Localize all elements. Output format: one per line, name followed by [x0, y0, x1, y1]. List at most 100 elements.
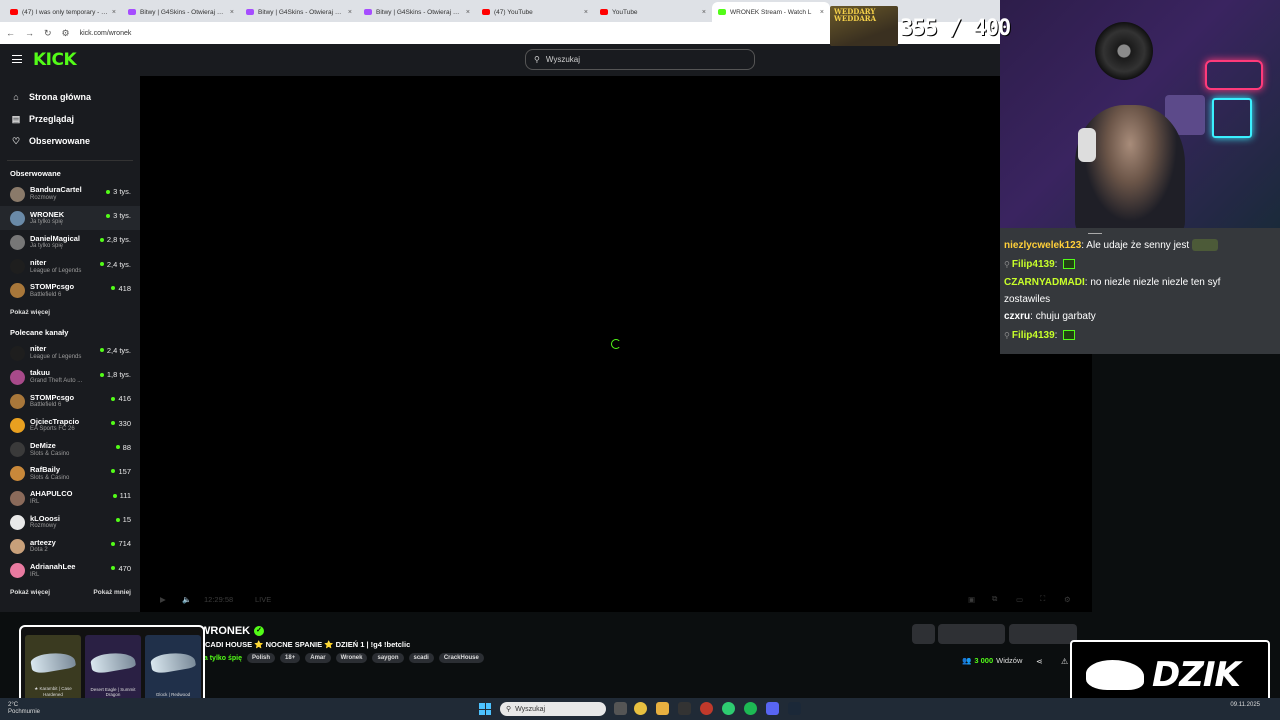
gift-button[interactable]: [912, 624, 935, 644]
tab-close-icon[interactable]: ×: [820, 9, 824, 16]
fullscreen-icon[interactable]: ⛶: [1040, 594, 1045, 604]
channel-name: STOMPcsgo: [30, 282, 75, 292]
chrome-icon[interactable]: [634, 702, 647, 715]
channel-list-item[interactable]: STOMPcsgo Battlefield 6 416: [0, 389, 140, 413]
url-field[interactable]: kick.com/wronek: [80, 30, 132, 37]
stream-tag[interactable]: CrackHouse: [438, 653, 484, 663]
kick-logo[interactable]: KICK: [33, 50, 77, 70]
channel-list-item[interactable]: STOMPcsgo Battlefield 6 418: [0, 279, 140, 303]
reload-icon[interactable]: ↻: [44, 28, 52, 39]
chat-username[interactable]: niezlycwelek123: [1004, 240, 1081, 251]
chat-username[interactable]: Filip4139: [1012, 330, 1055, 341]
channel-list-item[interactable]: kLOoosi Rozmowy 15: [0, 510, 140, 534]
taskbar-search[interactable]: ⚲ Wyszukaj: [500, 702, 606, 716]
channel-name[interactable]: WRONEK: [200, 625, 250, 637]
menu-icon[interactable]: [12, 55, 22, 63]
system-tray[interactable]: 09.11.2025: [1230, 702, 1260, 709]
forward-icon[interactable]: →: [25, 28, 34, 38]
pip-icon[interactable]: ⧉: [992, 594, 997, 604]
channel-list-item[interactable]: niter League of Legends 2,4 tys.: [0, 341, 140, 365]
tab-close-icon[interactable]: ×: [584, 9, 588, 16]
channel-list-item[interactable]: takuu Grand Theft Auto ... 1,8 tys.: [0, 365, 140, 389]
stream-tag[interactable]: Wronek: [335, 653, 368, 663]
channel-list-item[interactable]: WRONEK Ja tylko śpię 3 tys.: [0, 206, 140, 231]
channel-list-item[interactable]: AdrianahLee IRL 470: [0, 559, 140, 583]
search-input[interactable]: ⚲ Wyszukaj: [525, 49, 755, 70]
volume-icon[interactable]: 🔈: [182, 595, 191, 604]
share-icon[interactable]: ⋖: [1036, 657, 1043, 666]
explorer-icon[interactable]: [656, 702, 669, 715]
site-info-icon[interactable]: ⚙: [62, 28, 70, 39]
settings-icon[interactable]: ⚙: [1064, 595, 1071, 604]
chat-messages: niezlycwelek123: Ale udaje że senny jest…: [1004, 237, 1280, 345]
tab-close-icon[interactable]: ×: [466, 9, 470, 16]
steam-icon[interactable]: [788, 702, 801, 715]
channel-category: League of Legends: [30, 353, 82, 360]
theatre-icon[interactable]: ▭: [1016, 595, 1023, 604]
chat-separator: :: [1054, 258, 1061, 270]
knife-skin-icon: [89, 649, 137, 675]
show-less-button[interactable]: Pokaż mniej: [93, 589, 131, 596]
channel-list-item[interactable]: RafBaily Slots & Casino 157: [0, 462, 140, 486]
browser-tab[interactable]: (47) YouTube ×: [476, 2, 594, 22]
stream-tag[interactable]: Polish: [247, 653, 276, 663]
terminal-icon[interactable]: [678, 702, 691, 715]
channel-viewer-count: 88: [122, 442, 131, 452]
app-icon[interactable]: [700, 702, 713, 715]
tab-close-icon[interactable]: ×: [230, 9, 234, 16]
clip-icon[interactable]: ▣: [968, 595, 975, 604]
browser-tab[interactable]: Bitwy | G4Skins - Otwieraj skrz ×: [122, 2, 240, 22]
channel-name-row: WRONEK ✓: [200, 625, 265, 637]
channel-list-item[interactable]: AHAPULCO IRL 111: [0, 486, 140, 510]
channel-info: kLOoosi Rozmowy: [30, 514, 60, 531]
back-icon[interactable]: ←: [6, 28, 15, 38]
stream-tag[interactable]: Amar: [305, 653, 331, 663]
discord-icon[interactable]: [766, 702, 779, 715]
sidebar-nav-item[interactable]: ♡ Obserwowane: [0, 130, 140, 152]
channel-list-item[interactable]: OjciecTrapcio EA Sports FC 26 330: [0, 414, 140, 438]
tab-close-icon[interactable]: ×: [702, 9, 706, 16]
channel-viewers: 1,8 tys.: [99, 370, 131, 379]
channel-list-item[interactable]: arteezy Dota 2 714: [0, 534, 140, 558]
chat-username[interactable]: Filip4139: [1012, 259, 1055, 270]
spotify-alt-icon[interactable]: [744, 702, 757, 715]
weather-widget[interactable]: 2°C Pochmurnie: [8, 702, 40, 715]
channel-viewers: 88: [115, 442, 131, 452]
stream-tag[interactable]: scadi: [408, 653, 434, 663]
live-indicator: LIVE: [255, 595, 272, 604]
channel-list-item[interactable]: niter League of Legends 2,4 tys.: [0, 255, 140, 279]
browser-tab[interactable]: Bitwy | G4Skins - Otwieraj skrz ×: [358, 2, 476, 22]
browser-tab[interactable]: WRONEK Stream - Watch L ×: [712, 2, 830, 22]
stream-tag[interactable]: 18+: [280, 653, 301, 663]
live-dot-icon: [115, 445, 120, 450]
show-more-button[interactable]: Pokaż więcej: [10, 309, 50, 316]
report-icon[interactable]: ⚠: [1061, 657, 1068, 666]
subscribe-button[interactable]: [938, 624, 1005, 644]
browser-tab[interactable]: YouTube ×: [594, 2, 712, 22]
video-player[interactable]: ▶ 🔈 12:29:58 LIVE ▣ ⧉ ▭ ⛶ ⚙: [140, 76, 1092, 612]
task-view-icon[interactable]: [614, 702, 627, 715]
start-icon[interactable]: [479, 703, 491, 715]
browser-tab[interactable]: Bitwy | G4Skins - Otwieraj skrz ×: [240, 2, 358, 22]
tab-close-icon[interactable]: ×: [348, 9, 352, 16]
play-icon[interactable]: ▶: [160, 595, 166, 604]
follow-button[interactable]: [1009, 624, 1077, 644]
browser-tab[interactable]: (47) I was only temporary - You ×: [4, 2, 122, 22]
case-item: Desert Eagle | Summit Dragon: [85, 635, 141, 701]
channel-name: niter: [30, 344, 47, 354]
stream-category[interactable]: Ja tylko śpię: [200, 655, 242, 662]
show-more-button-2[interactable]: Pokaż więcej: [10, 589, 50, 596]
chat-message: niezlycwelek123: Ale udaje że senny jest: [1004, 237, 1280, 256]
channel-list-item[interactable]: DeMize Slots & Casino 88: [0, 438, 140, 462]
channel-list-item[interactable]: DanielMagical Ja tylko śpię 2,8 tys.: [0, 230, 140, 254]
sidebar-nav-item[interactable]: ▤ Przeglądaj: [0, 108, 140, 130]
stream-time: 12:29:58: [204, 595, 234, 604]
sidebar-nav-item[interactable]: ⌂ Strona główna: [0, 86, 140, 108]
channel-list-item[interactable]: BanduraCartel Rozmowy 3 tys.: [0, 182, 140, 206]
chat-username[interactable]: CZARNYADMADI: [1004, 277, 1085, 288]
site-header: KICK ⚲ Wyszukaj: [0, 44, 1000, 76]
spotify-icon[interactable]: [722, 702, 735, 715]
stream-tag[interactable]: saygon: [372, 653, 404, 663]
chat-username[interactable]: czxru: [1004, 311, 1030, 322]
tab-close-icon[interactable]: ×: [112, 9, 116, 16]
